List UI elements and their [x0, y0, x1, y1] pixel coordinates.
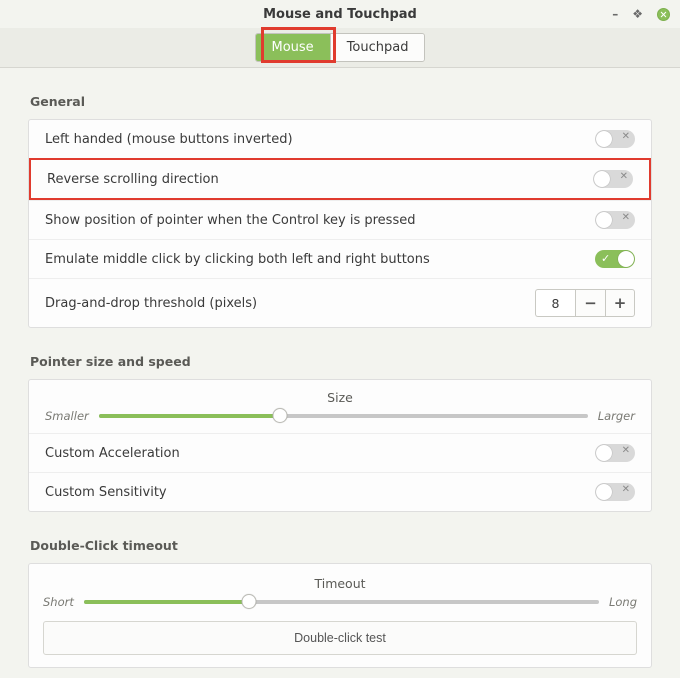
label-timeout: Timeout [43, 576, 637, 591]
toggle-knob [594, 171, 610, 187]
label-reverse-scrolling: Reverse scrolling direction [47, 172, 219, 187]
toggle-off-icon: ✕ [622, 484, 630, 495]
row-reverse-scrolling: Reverse scrolling direction ✕ ✓ [29, 158, 651, 200]
label-size: Size [45, 390, 635, 405]
row-doubleclick-timeout: Timeout Short Long [43, 576, 637, 609]
maximize-button[interactable]: ❖ [632, 7, 643, 21]
section-heading-general: General [30, 94, 652, 109]
label-custom-sensitivity: Custom Sensitivity [45, 485, 167, 500]
section-heading-pointer: Pointer size and speed [30, 354, 652, 369]
dnd-threshold-decrement[interactable]: − [575, 289, 605, 317]
panel-general: Left handed (mouse buttons inverted) ✕ ✓… [28, 119, 652, 328]
toggle-custom-acceleration[interactable]: ✕ ✓ [595, 444, 635, 462]
label-timeout-long: Long [609, 595, 637, 609]
toggle-on-icon: ✓ [601, 252, 610, 265]
tab-mouse[interactable]: Mouse [256, 34, 330, 61]
label-dnd-threshold: Drag-and-drop threshold (pixels) [45, 296, 257, 311]
label-left-handed: Left handed (mouse buttons inverted) [45, 132, 293, 147]
toggle-reverse-scrolling[interactable]: ✕ ✓ [593, 170, 633, 188]
dnd-threshold-stepper[interactable]: 8 − + [535, 289, 635, 317]
toggle-knob [596, 212, 612, 228]
window-title: Mouse and Touchpad [263, 7, 417, 22]
dnd-threshold-increment[interactable]: + [605, 289, 635, 317]
slider-pointer-size[interactable] [99, 414, 588, 418]
slider-handle[interactable] [272, 408, 287, 423]
slider-doubleclick-timeout[interactable] [84, 600, 599, 604]
label-custom-acceleration: Custom Acceleration [45, 446, 180, 461]
label-emulate-middle-click: Emulate middle click by clicking both le… [45, 252, 430, 267]
row-emulate-middle-click: Emulate middle click by clicking both le… [29, 239, 651, 278]
toggle-emulate-middle-click[interactable]: ✕ ✓ [595, 250, 635, 268]
panel-doubleclick: Timeout Short Long Double-click test [28, 563, 652, 668]
toggle-knob [596, 445, 612, 461]
toggle-knob [618, 251, 634, 267]
row-pointer-size: Size Smaller Larger [29, 380, 651, 433]
toggle-custom-sensitivity[interactable]: ✕ ✓ [595, 483, 635, 501]
label-size-larger: Larger [598, 409, 635, 423]
toggle-off-icon: ✕ [622, 212, 630, 223]
toggle-show-pointer-ctrl[interactable]: ✕ ✓ [595, 211, 635, 229]
row-custom-acceleration: Custom Acceleration ✕ ✓ [29, 433, 651, 472]
minimize-button[interactable]: – [612, 7, 618, 21]
toggle-knob [596, 131, 612, 147]
row-custom-sensitivity: Custom Sensitivity ✕ ✓ [29, 472, 651, 511]
dnd-threshold-value[interactable]: 8 [535, 289, 575, 317]
slider-handle[interactable] [241, 594, 256, 609]
label-size-smaller: Smaller [45, 409, 89, 423]
row-left-handed: Left handed (mouse buttons inverted) ✕ ✓ [29, 120, 651, 158]
label-show-pointer-ctrl: Show position of pointer when the Contro… [45, 213, 415, 228]
toggle-left-handed[interactable]: ✕ ✓ [595, 130, 635, 148]
toggle-knob [596, 484, 612, 500]
panel-pointer: Size Smaller Larger Custom Acceleration … [28, 379, 652, 512]
toggle-off-icon: ✕ [620, 171, 628, 182]
close-button[interactable] [657, 8, 670, 21]
section-heading-doubleclick: Double-Click timeout [30, 538, 652, 553]
tab-touchpad[interactable]: Touchpad [330, 34, 425, 61]
row-dnd-threshold: Drag-and-drop threshold (pixels) 8 − + [29, 278, 651, 327]
toggle-off-icon: ✕ [622, 131, 630, 142]
label-timeout-short: Short [43, 595, 74, 609]
row-show-pointer-ctrl: Show position of pointer when the Contro… [29, 200, 651, 239]
double-click-test-button[interactable]: Double-click test [43, 621, 637, 655]
toggle-off-icon: ✕ [622, 445, 630, 456]
